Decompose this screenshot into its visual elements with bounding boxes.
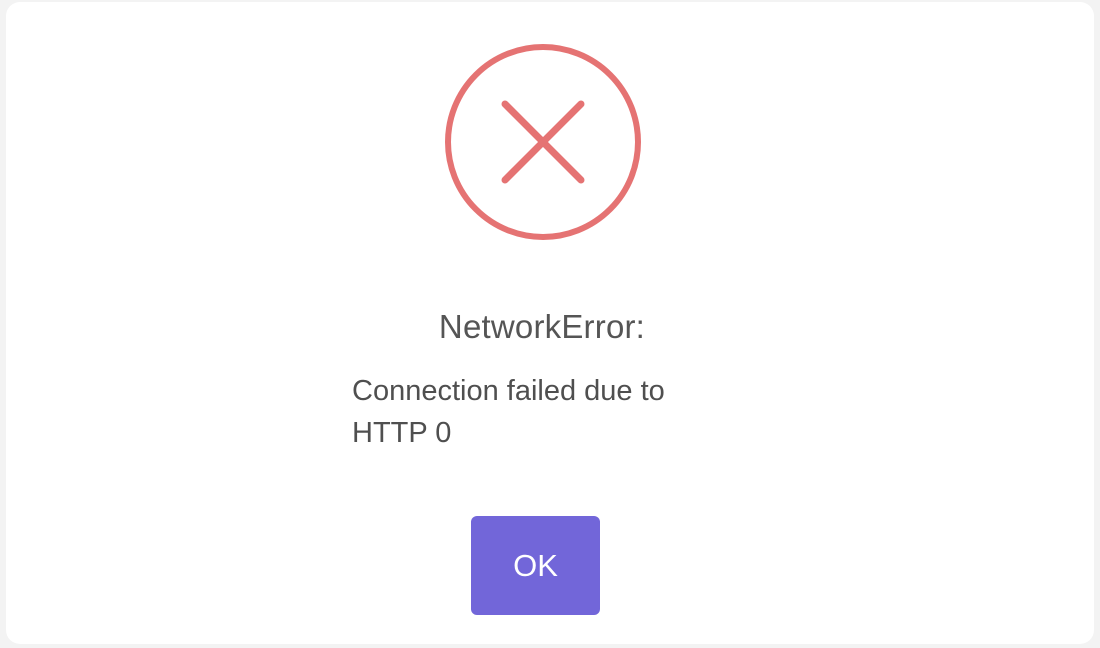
ok-button[interactable]: OK [471,516,600,615]
dialog-message: Connection failed due to HTTP 0 [352,375,665,449]
error-x-circle-icon [445,44,641,240]
error-dialog: NetworkError: Connection failed due to H… [6,2,1094,644]
dialog-title: NetworkError: [438,308,646,345]
